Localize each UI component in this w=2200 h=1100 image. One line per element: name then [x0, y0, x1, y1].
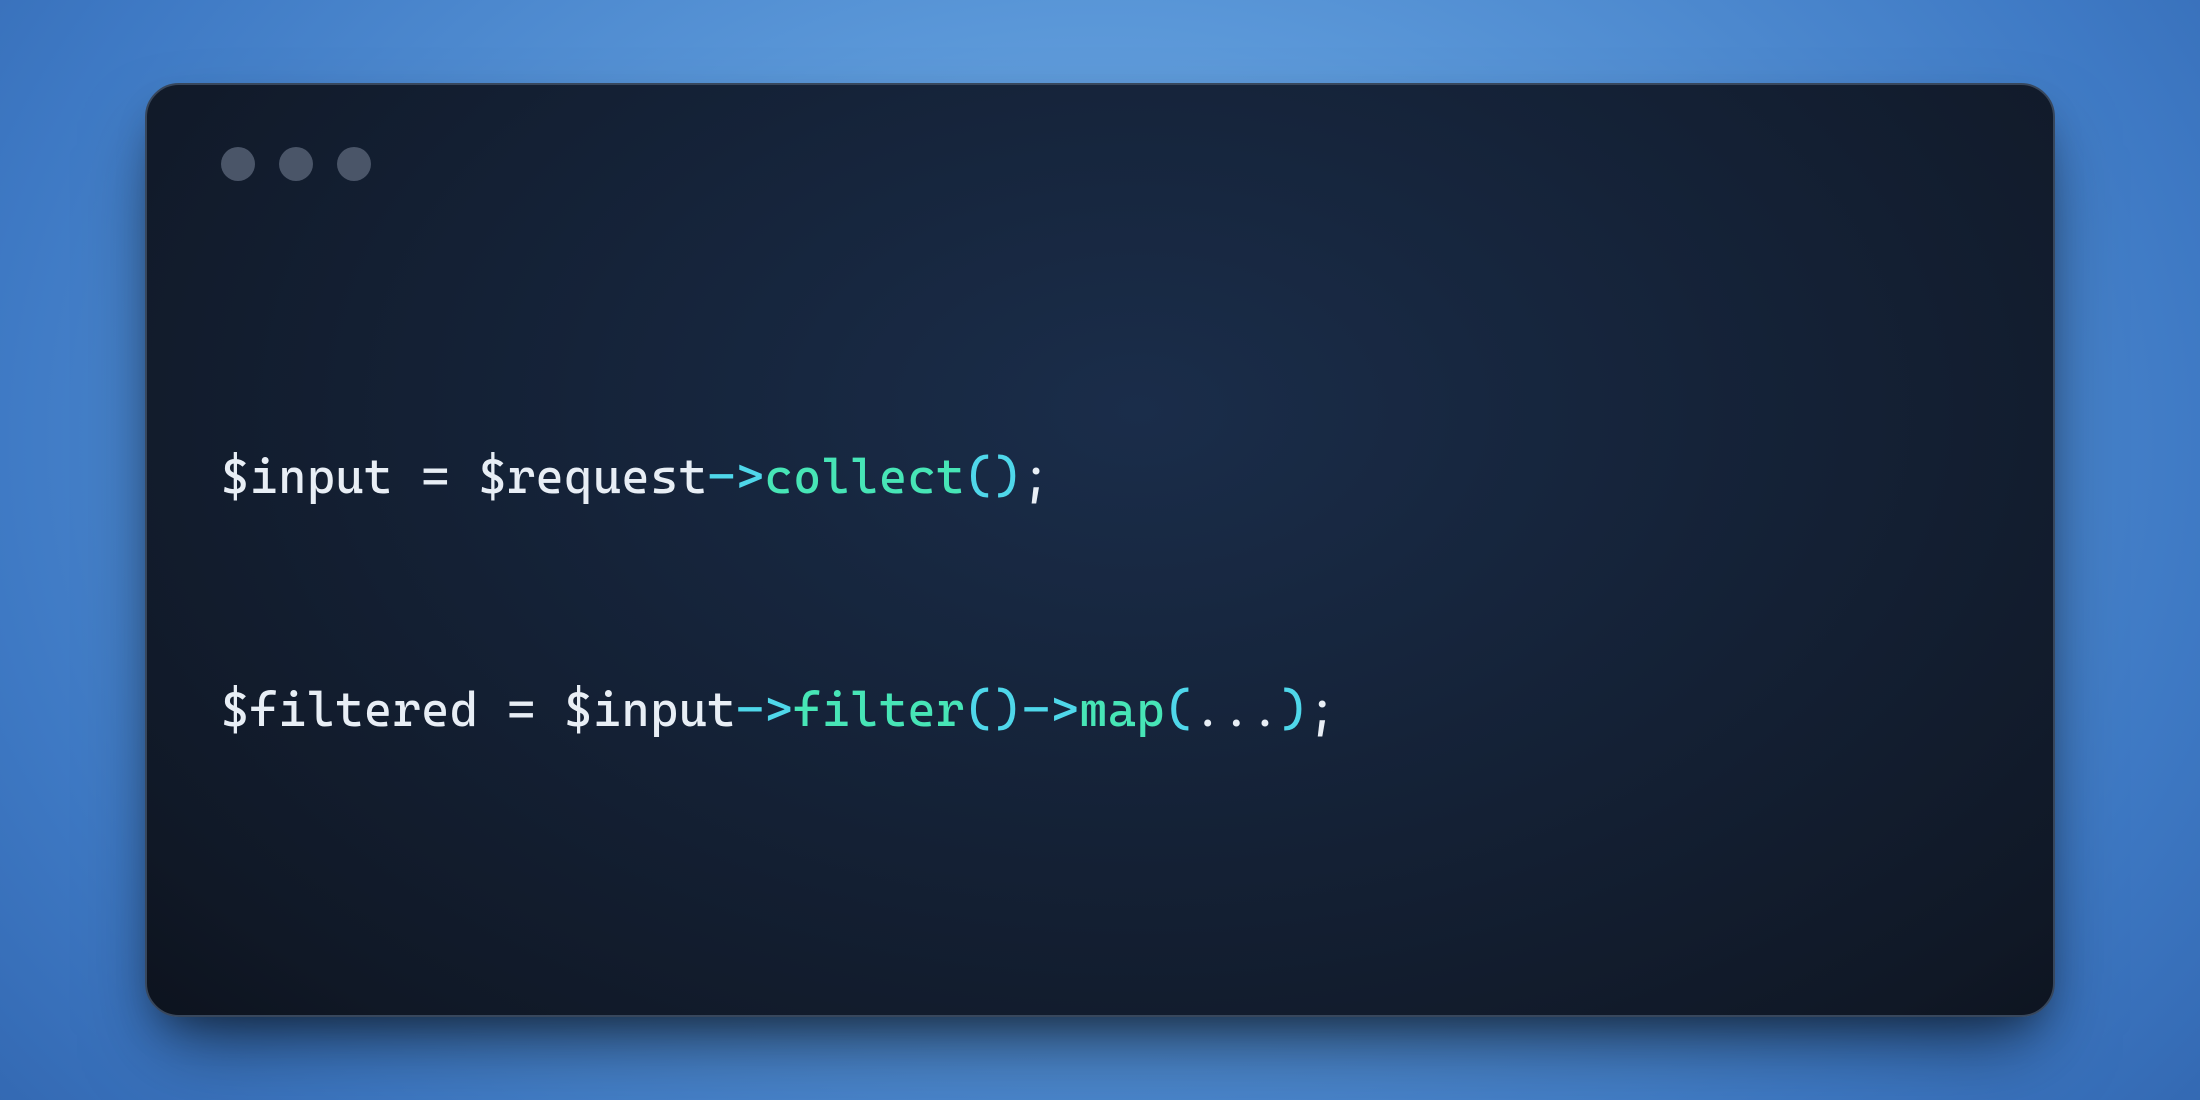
code-line: $input = $request->collect();: [221, 439, 1979, 517]
ellipsis: ...: [1194, 682, 1280, 738]
traffic-zoom-icon[interactable]: [337, 147, 371, 181]
paren-close: ): [993, 682, 1022, 738]
paren-close: ): [1279, 682, 1308, 738]
space: [393, 449, 422, 505]
space: [450, 449, 479, 505]
semicolon: ;: [1308, 682, 1337, 738]
assign-operator: =: [507, 682, 536, 738]
variable: $filtered: [221, 682, 478, 738]
method-call: collect: [765, 449, 965, 505]
paren-open: (: [965, 682, 994, 738]
method-call: map: [1079, 682, 1165, 738]
traffic-close-icon[interactable]: [221, 147, 255, 181]
code-block: $input = $request->collect(); $filtered …: [221, 283, 1979, 905]
semicolon: ;: [1022, 449, 1051, 505]
arrow-operator: ->: [736, 682, 793, 738]
assign-operator: =: [421, 449, 450, 505]
variable: $input: [564, 682, 736, 738]
arrow-operator: ->: [707, 449, 764, 505]
paren-open: (: [1165, 682, 1194, 738]
code-editor-window: $input = $request->collect(); $filtered …: [145, 83, 2055, 1017]
traffic-minimize-icon[interactable]: [279, 147, 313, 181]
space: [478, 682, 507, 738]
variable: $input: [221, 449, 393, 505]
space: [536, 682, 565, 738]
method-call: filter: [793, 682, 965, 738]
paren-open: (: [965, 449, 994, 505]
code-line: $filtered = $input->filter()->map(...);: [221, 672, 1979, 750]
arrow-operator: ->: [1022, 682, 1079, 738]
variable: $request: [478, 449, 707, 505]
window-traffic-lights: [221, 147, 1979, 181]
paren-close: ): [993, 449, 1022, 505]
